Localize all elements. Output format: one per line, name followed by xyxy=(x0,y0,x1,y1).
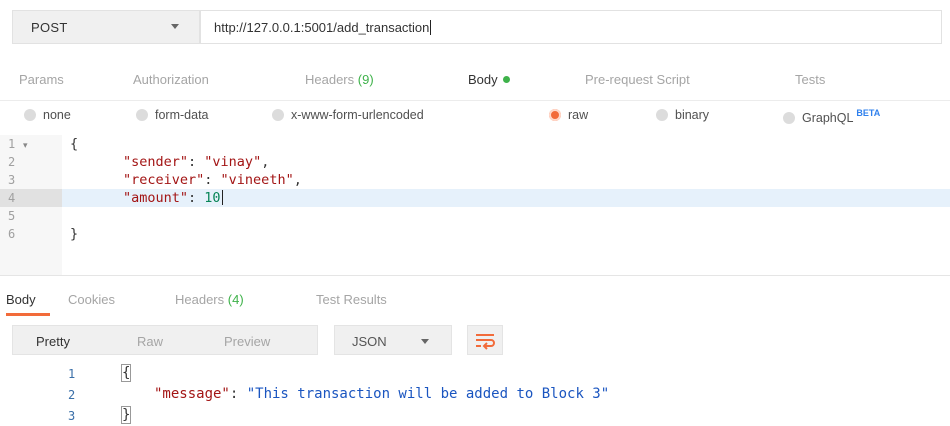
response-tabs: Body Cookies Headers (4) Test Results xyxy=(0,283,950,316)
radio-dot-icon xyxy=(136,109,148,121)
json-key: "amount" xyxy=(123,190,189,206)
radio-form-data[interactable]: form-data xyxy=(136,108,209,122)
response-toolbar: Pretty Raw Preview JSON xyxy=(12,325,942,355)
tab-headers-label: Headers xyxy=(305,72,355,87)
tab-body-label: Body xyxy=(468,72,498,87)
active-dot-icon xyxy=(502,76,510,83)
radio-none[interactable]: none xyxy=(24,108,71,122)
radio-label: form-data xyxy=(155,108,209,122)
method-label: POST xyxy=(31,20,68,35)
tab-response-body[interactable]: Body xyxy=(6,292,36,307)
tab-tests[interactable]: Tests xyxy=(795,72,825,87)
line-number: 1 xyxy=(68,367,76,381)
pretty-button[interactable]: Pretty xyxy=(36,334,70,349)
tab-headers-count: (9) xyxy=(357,72,374,87)
json-value: "vineeth" xyxy=(220,172,294,188)
json-value: 10 xyxy=(204,190,221,206)
tab-cookies[interactable]: Cookies xyxy=(68,292,115,307)
line-number: 6 xyxy=(8,227,16,241)
line-number: 2 xyxy=(8,155,16,169)
method-select[interactable]: POST xyxy=(12,10,200,44)
line-number: 5 xyxy=(8,209,16,223)
active-tab-underline xyxy=(6,313,50,316)
radio-selected-icon xyxy=(549,109,561,121)
json-key: "sender" xyxy=(123,154,189,170)
request-tabs: Params Authorization Headers (9) Body Pr… xyxy=(0,60,950,101)
tab-response-headers[interactable]: Headers (4) xyxy=(175,292,244,307)
radio-dot-icon xyxy=(24,109,36,121)
raw-button[interactable]: Raw xyxy=(137,334,163,349)
text-caret xyxy=(221,190,223,205)
code-open-brace: { xyxy=(70,136,79,152)
radio-label: GraphQL xyxy=(802,111,854,125)
url-input[interactable]: http://127.0.0.1:5001/add_transaction xyxy=(200,10,942,44)
tab-test-results[interactable]: Test Results xyxy=(316,292,387,307)
beta-badge: BETA xyxy=(856,108,881,118)
chevron-down-icon xyxy=(171,24,179,29)
line-number: 3 xyxy=(8,173,16,187)
tab-authorization[interactable]: Authorization xyxy=(133,72,209,87)
url-text: http://127.0.0.1:5001/add_transaction xyxy=(214,20,432,35)
request-body-editor[interactable]: 1 ▾ 2 3 4 5 6 { "sender": "vinay", "rece… xyxy=(0,135,950,276)
code-line-amount: "amount": 10 xyxy=(123,190,223,206)
json-value: "This transaction will be added to Block… xyxy=(246,386,610,402)
radio-dot-icon xyxy=(656,109,668,121)
code-line-receiver: "receiver": "vineeth", xyxy=(123,172,302,188)
fold-arrow-icon[interactable]: ▾ xyxy=(23,140,28,151)
tab-params[interactable]: Params xyxy=(19,72,64,87)
radio-label: binary xyxy=(675,108,710,122)
radio-dot-icon xyxy=(272,109,284,121)
text-caret xyxy=(430,20,432,35)
response-open-brace: { xyxy=(120,364,132,382)
json-key: "message" xyxy=(154,386,230,402)
tab-response-headers-count: (4) xyxy=(227,292,244,307)
tab-response-headers-label: Headers xyxy=(175,292,225,307)
wrap-lines-icon xyxy=(476,334,495,350)
line-number: 4 xyxy=(8,191,16,205)
code-close-brace: } xyxy=(70,226,79,242)
radio-raw[interactable]: raw xyxy=(549,108,588,122)
format-label: JSON xyxy=(352,334,387,349)
line-number: 3 xyxy=(68,409,76,423)
format-select[interactable]: JSON xyxy=(334,325,452,355)
tab-headers[interactable]: Headers (9) xyxy=(305,72,374,87)
preview-button[interactable]: Preview xyxy=(224,334,270,349)
request-bar: POST http://127.0.0.1:5001/add_transacti… xyxy=(12,10,942,44)
line-number: 1 xyxy=(8,137,16,151)
response-body[interactable]: 1 2 3 { "message": "This transaction wil… xyxy=(0,362,950,426)
radio-label: x-www-form-urlencoded xyxy=(291,108,424,122)
line-number: 2 xyxy=(68,388,76,402)
radio-dot-icon xyxy=(783,112,795,124)
code-line-sender: "sender": "vinay", xyxy=(123,154,270,170)
radio-label: none xyxy=(43,108,71,122)
tab-body[interactable]: Body xyxy=(468,72,510,87)
url-value: http://127.0.0.1:5001/add_transaction xyxy=(214,20,430,35)
response-message-line: "message": "This transaction will be add… xyxy=(154,386,610,402)
json-value: "vinay" xyxy=(204,154,262,170)
chevron-down-icon xyxy=(421,339,429,344)
body-type-radios: none form-data x-www-form-urlencoded raw… xyxy=(0,100,950,130)
radio-binary[interactable]: binary xyxy=(656,108,709,122)
wrap-lines-button[interactable] xyxy=(467,325,503,355)
tab-pre-request-script[interactable]: Pre-request Script xyxy=(585,72,690,87)
radio-x-www-form-urlencoded[interactable]: x-www-form-urlencoded xyxy=(272,108,424,122)
view-mode-group: Pretty Raw Preview xyxy=(12,325,318,355)
response-close-brace: } xyxy=(120,406,132,424)
radio-graphql[interactable]: GraphQL BETA xyxy=(783,108,880,125)
json-key: "receiver" xyxy=(123,172,205,188)
radio-label: raw xyxy=(568,108,589,122)
